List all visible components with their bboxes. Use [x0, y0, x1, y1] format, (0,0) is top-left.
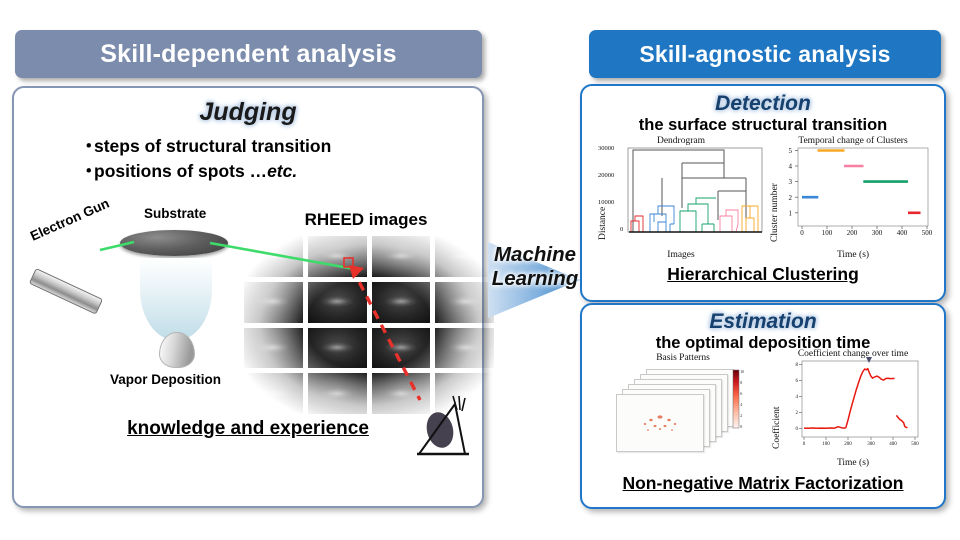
- ml-line-1: Machine: [493, 243, 577, 266]
- judging-title: Judging: [199, 98, 297, 126]
- dendrogram-xlabel: Images: [667, 250, 695, 260]
- bullet-dot-icon: ・: [80, 136, 98, 156]
- svg-text:6: 6: [740, 391, 742, 396]
- svg-text:8: 8: [740, 380, 742, 385]
- temporal-plot: 5 4 3 2 1 0 100 200 300 400 500: [789, 147, 933, 237]
- bullet-dot-icon: ・: [80, 161, 98, 182]
- rheed-image: [371, 327, 431, 369]
- svg-text:2: 2: [796, 411, 799, 416]
- electron-gun-shape: [28, 268, 104, 315]
- machine-learning-label: Machine Learning: [479, 243, 591, 291]
- svg-text:2: 2: [740, 413, 742, 418]
- rheed-image: [307, 236, 367, 277]
- svg-text:0: 0: [740, 424, 742, 429]
- list-item: ・positions of spots …etc.: [80, 159, 331, 184]
- substrate-shape: [120, 230, 228, 256]
- chart-basis-patterns: Basis Patterns 10 8 6 4 2 0: [598, 353, 768, 471]
- ml-line-2: Learning: [491, 267, 579, 291]
- svg-text:100: 100: [822, 229, 833, 237]
- basis-patterns-title: Basis Patterns: [656, 353, 710, 363]
- svg-text:6: 6: [796, 379, 799, 384]
- rheed-image: [244, 327, 303, 369]
- list-item: ・steps of structural transition: [80, 134, 331, 159]
- svg-text:400: 400: [897, 229, 908, 237]
- svg-text:3: 3: [789, 178, 793, 186]
- svg-text:1: 1: [789, 209, 793, 217]
- svg-text:0: 0: [803, 442, 806, 447]
- svg-text:100: 100: [822, 442, 830, 447]
- deposition-apparatus-diagram: Substrate Electron Gun Vapor Deposition: [22, 196, 272, 396]
- svg-text:200: 200: [847, 229, 858, 237]
- chart-temporal-clusters: Temporal change of Clusters Cluster numb…: [768, 136, 938, 264]
- svg-text:0: 0: [800, 229, 804, 237]
- svg-text:2: 2: [789, 194, 793, 202]
- crucible-shape: [159, 332, 195, 368]
- svg-text:8: 8: [796, 363, 799, 368]
- svg-text:0: 0: [796, 427, 799, 432]
- svg-text:500: 500: [911, 442, 919, 447]
- coefficient-plot: 8 6 4 2 0 0 100 200 300 400 500: [796, 357, 919, 447]
- vapor-deposition-label: Vapor Deposition: [110, 372, 222, 387]
- rheed-image: [307, 281, 367, 323]
- svg-text:500: 500: [922, 229, 933, 237]
- figure-root: Skill-dependent analysis Skill-agnostic …: [0, 0, 960, 540]
- header-skill-dependent: Skill-dependent analysis: [15, 30, 482, 78]
- vapor-plume-shape: [140, 258, 212, 340]
- rheed-image: [435, 327, 494, 369]
- svg-text:4: 4: [789, 163, 793, 171]
- coefficient-xlabel: Time (s): [836, 458, 870, 468]
- detection-subtitle: the surface structural transition: [638, 116, 888, 134]
- colorbar-icon: 10 8 6 4 2 0: [732, 369, 744, 429]
- researcher-icon: [417, 395, 469, 456]
- svg-text:200: 200: [844, 442, 852, 447]
- svg-text:4: 4: [740, 402, 742, 407]
- rheed-image: [307, 373, 367, 414]
- svg-text:400: 400: [889, 442, 897, 447]
- hierarchical-clustering-label: Hierarchical Clustering: [667, 264, 859, 284]
- rheed-image: [244, 281, 303, 323]
- electron-gun-label: Electron Gun: [28, 195, 112, 244]
- judging-bullet-list: ・steps of structural transition ・positio…: [80, 134, 331, 185]
- bullet-text: positions of spots …: [94, 161, 268, 182]
- nmf-label: Non-negative Matrix Factorization: [622, 473, 904, 493]
- svg-text:4: 4: [796, 395, 799, 400]
- rheed-image: [244, 236, 303, 277]
- rheed-images-title: RHEED images: [304, 210, 428, 229]
- temporal-xlabel: Time (s): [836, 250, 870, 260]
- svg-text:300: 300: [867, 442, 875, 447]
- basis-spot-pattern: [643, 415, 677, 431]
- rheed-image: [307, 327, 367, 369]
- chart-dendrogram: Dendrogram Distance Images 30000 20000 1…: [596, 136, 766, 264]
- rheed-image: [244, 373, 303, 414]
- estimation-title: Estimation: [709, 310, 817, 333]
- panel-detection: Detection the surface structural transit…: [580, 84, 946, 302]
- basis-sheet-front: [616, 394, 704, 452]
- dendrogram-plot: [627, 147, 763, 233]
- detection-title: Detection: [715, 92, 811, 115]
- bullet-text-etc: etc.: [267, 161, 298, 182]
- rheed-image: [371, 281, 431, 323]
- bullet-text: steps of structural transition: [94, 136, 332, 156]
- header-skill-agnostic: Skill-agnostic analysis: [589, 30, 941, 78]
- substrate-label: Substrate: [144, 206, 207, 221]
- chart-coefficient: Coefficient change over time Coefficient…: [768, 349, 938, 473]
- panel-estimation: Estimation the optimal deposition time B…: [580, 303, 946, 509]
- svg-text:5: 5: [789, 147, 793, 155]
- svg-text:10: 10: [740, 369, 744, 374]
- panel-skill-dependent: Judging ・steps of structural transition …: [12, 86, 494, 508]
- rheed-image: [371, 236, 431, 277]
- svg-text:300: 300: [872, 229, 883, 237]
